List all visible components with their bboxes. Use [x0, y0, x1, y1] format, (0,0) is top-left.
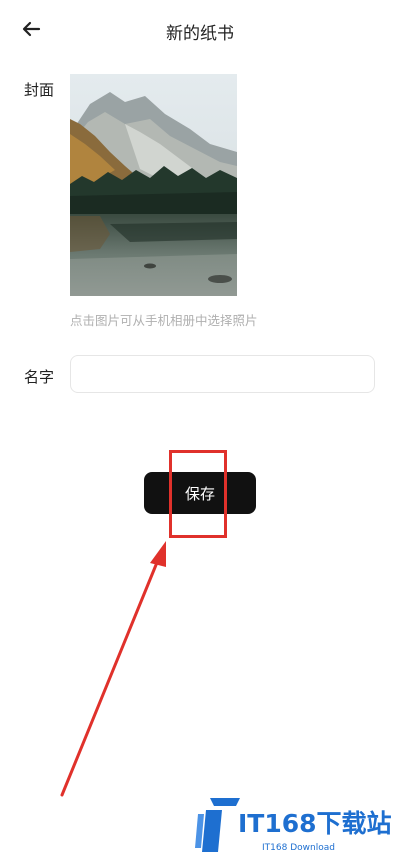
- watermark: IT168下载站 IT168 Download: [190, 790, 400, 865]
- page-title: 新的纸书: [166, 24, 234, 44]
- cover-photo: [70, 74, 237, 296]
- cover-label: 封面: [24, 81, 55, 99]
- save-button[interactable]: 保存: [144, 472, 256, 514]
- name-input[interactable]: [70, 355, 375, 393]
- watermark-title: IT168下载站: [238, 809, 392, 838]
- name-label: 名字: [24, 368, 55, 386]
- cover-hint: 点击图片可从手机相册中选择照片: [70, 313, 258, 328]
- cover-image-picker[interactable]: [70, 74, 237, 296]
- header: 新的纸书: [0, 0, 400, 60]
- watermark-subtitle: IT168 Download: [262, 843, 335, 853]
